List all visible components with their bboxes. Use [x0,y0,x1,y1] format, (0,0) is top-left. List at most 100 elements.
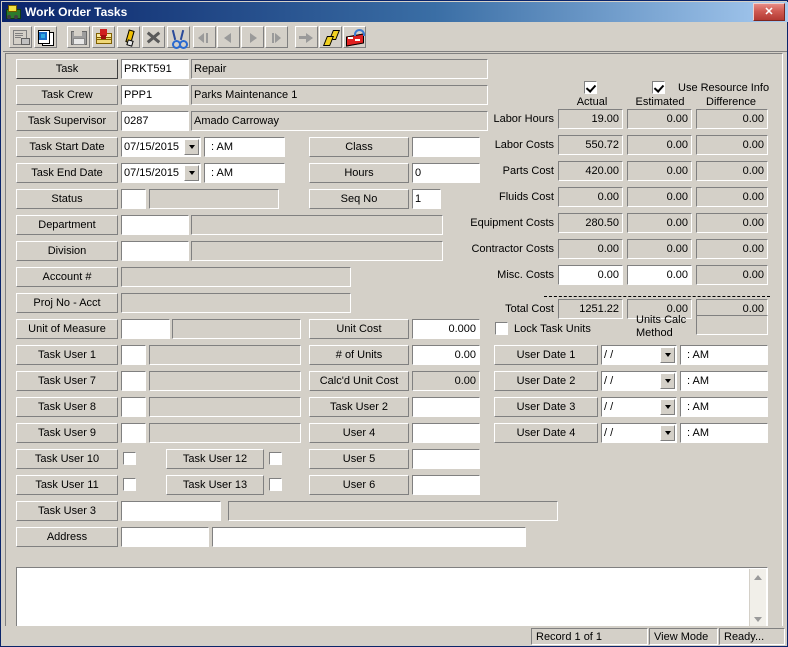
exit-button[interactable] [343,26,366,48]
lock-task-units-checkbox[interactable] [495,322,508,335]
user-date-4-time-input[interactable]: : AM [680,423,768,443]
last-record-button[interactable] [265,26,288,48]
goto-button[interactable] [295,26,318,48]
status-label-button[interactable]: Status [16,189,118,209]
task-user-9-code-input[interactable] [121,423,146,443]
task-user-13-checkbox[interactable] [269,478,282,491]
edit-button[interactable] [117,26,140,48]
hours-input[interactable]: 0 [412,163,480,183]
copy-record-button[interactable] [34,26,57,48]
next-record-button[interactable] [241,26,264,48]
task-user-8-label-button[interactable]: Task User 8 [16,397,118,417]
cut-button[interactable] [167,26,190,49]
task-end-date-label-button[interactable]: Task End Date [16,163,118,183]
first-record-button[interactable] [193,26,216,48]
class-label-button[interactable]: Class [309,137,409,157]
user-date-4-combo[interactable]: / / [601,423,677,443]
task-user-11-checkbox[interactable] [123,478,136,491]
department-code-input[interactable] [121,215,189,235]
misc-costs-actual[interactable]: 0.00 [558,265,623,285]
user-date-3-time-input[interactable]: : AM [680,397,768,417]
division-code-input[interactable] [121,241,189,261]
title-bar[interactable]: Work Order Tasks ✕ [2,2,788,22]
chevron-down-icon[interactable] [660,373,675,389]
user-date-2-combo[interactable]: / / [601,371,677,391]
user-4-label-button[interactable]: User 4 [309,423,409,443]
task-end-time-input[interactable]: : AM [204,163,285,183]
task-crew-code-input[interactable]: PPP1 [121,85,189,105]
user-date-4-label-button[interactable]: User Date 4 [494,423,598,443]
task-start-time-input[interactable]: : AM [204,137,285,157]
calcd-unit-cost-label-button[interactable]: Calc'd Unit Cost [309,371,409,391]
post-button[interactable] [92,26,115,48]
task-user-10-label-button[interactable]: Task User 10 [16,449,118,469]
estimated-checkbox[interactable] [652,81,665,94]
save-button[interactable] [67,26,90,48]
department-label-button[interactable]: Department [16,215,118,235]
user-5-input[interactable] [412,449,480,469]
user-date-1-combo[interactable]: / / [601,345,677,365]
seq-no-input[interactable]: 1 [412,189,441,209]
address-label-button[interactable]: Address [16,527,118,547]
chevron-down-icon[interactable] [660,425,675,441]
task-user-1-code-input[interactable] [121,345,146,365]
num-of-units-input[interactable]: 0.00 [412,345,480,365]
lightning-button[interactable] [319,26,342,48]
notes-memo[interactable] [16,567,768,629]
previous-record-button[interactable] [217,26,240,48]
task-user-13-label-button[interactable]: Task User 13 [166,475,264,495]
user-4-input[interactable] [412,423,480,443]
scroll-down-icon[interactable] [751,612,765,626]
task-code-input[interactable]: PRKT591 [121,59,189,79]
task-user-10-checkbox[interactable] [123,452,136,465]
task-start-date-label-button[interactable]: Task Start Date [16,137,118,157]
task-user-9-label-button[interactable]: Task User 9 [16,423,118,443]
new-record-button[interactable] [9,26,32,48]
close-button[interactable]: ✕ [753,3,785,21]
misc-costs-estimated[interactable]: 0.00 [627,265,692,285]
user-date-3-combo[interactable]: / / [601,397,677,417]
user-6-label-button[interactable]: User 6 [309,475,409,495]
user-5-label-button[interactable]: User 5 [309,449,409,469]
task-user-7-code-input[interactable] [121,371,146,391]
seq-no-label-button[interactable]: Seq No [309,189,409,209]
unit-cost-input[interactable]: 0.000 [412,319,480,339]
chevron-down-icon[interactable] [660,347,675,363]
address-description-input[interactable] [212,527,526,547]
class-input[interactable] [412,137,480,157]
task-supervisor-label-button[interactable]: Task Supervisor [16,111,118,131]
task-user-7-label-button[interactable]: Task User 7 [16,371,118,391]
user-date-1-label-button[interactable]: User Date 1 [494,345,598,365]
address-code-input[interactable] [121,527,209,547]
status-code-input[interactable] [121,189,146,209]
unit-of-measure-code-input[interactable] [121,319,170,339]
task-crew-label-button[interactable]: Task Crew [16,85,118,105]
task-start-date-combo[interactable]: 07/15/2015 [121,137,201,157]
memo-vertical-scrollbar[interactable] [749,569,766,627]
unit-cost-label-button[interactable]: Unit Cost [309,319,409,339]
scroll-up-icon[interactable] [751,570,765,584]
chevron-down-icon[interactable] [184,139,199,155]
unit-of-measure-label-button[interactable]: Unit of Measure [16,319,118,339]
user-date-2-label-button[interactable]: User Date 2 [494,371,598,391]
hours-label-button[interactable]: Hours [309,163,409,183]
task-user-1-label-button[interactable]: Task User 1 [16,345,118,365]
account-no-label-button[interactable]: Account # [16,267,118,287]
user-date-1-time-input[interactable]: : AM [680,345,768,365]
division-label-button[interactable]: Division [16,241,118,261]
task-user-8-code-input[interactable] [121,397,146,417]
chevron-down-icon[interactable] [660,399,675,415]
task-user-11-label-button[interactable]: Task User 11 [16,475,118,495]
task-user-3-code-input[interactable] [121,501,221,521]
proj-no-acct-label-button[interactable]: Proj No - Acct [16,293,118,313]
delete-button[interactable] [142,26,165,48]
chevron-down-icon[interactable] [184,165,199,181]
num-of-units-label-button[interactable]: # of Units [309,345,409,365]
task-user-12-label-button[interactable]: Task User 12 [166,449,264,469]
task-user-2-input[interactable] [412,397,480,417]
task-label-button[interactable]: Task [16,59,118,79]
actual-checkbox[interactable] [584,81,597,94]
task-user-12-checkbox[interactable] [269,452,282,465]
user-date-3-label-button[interactable]: User Date 3 [494,397,598,417]
task-end-date-combo[interactable]: 07/15/2015 [121,163,201,183]
